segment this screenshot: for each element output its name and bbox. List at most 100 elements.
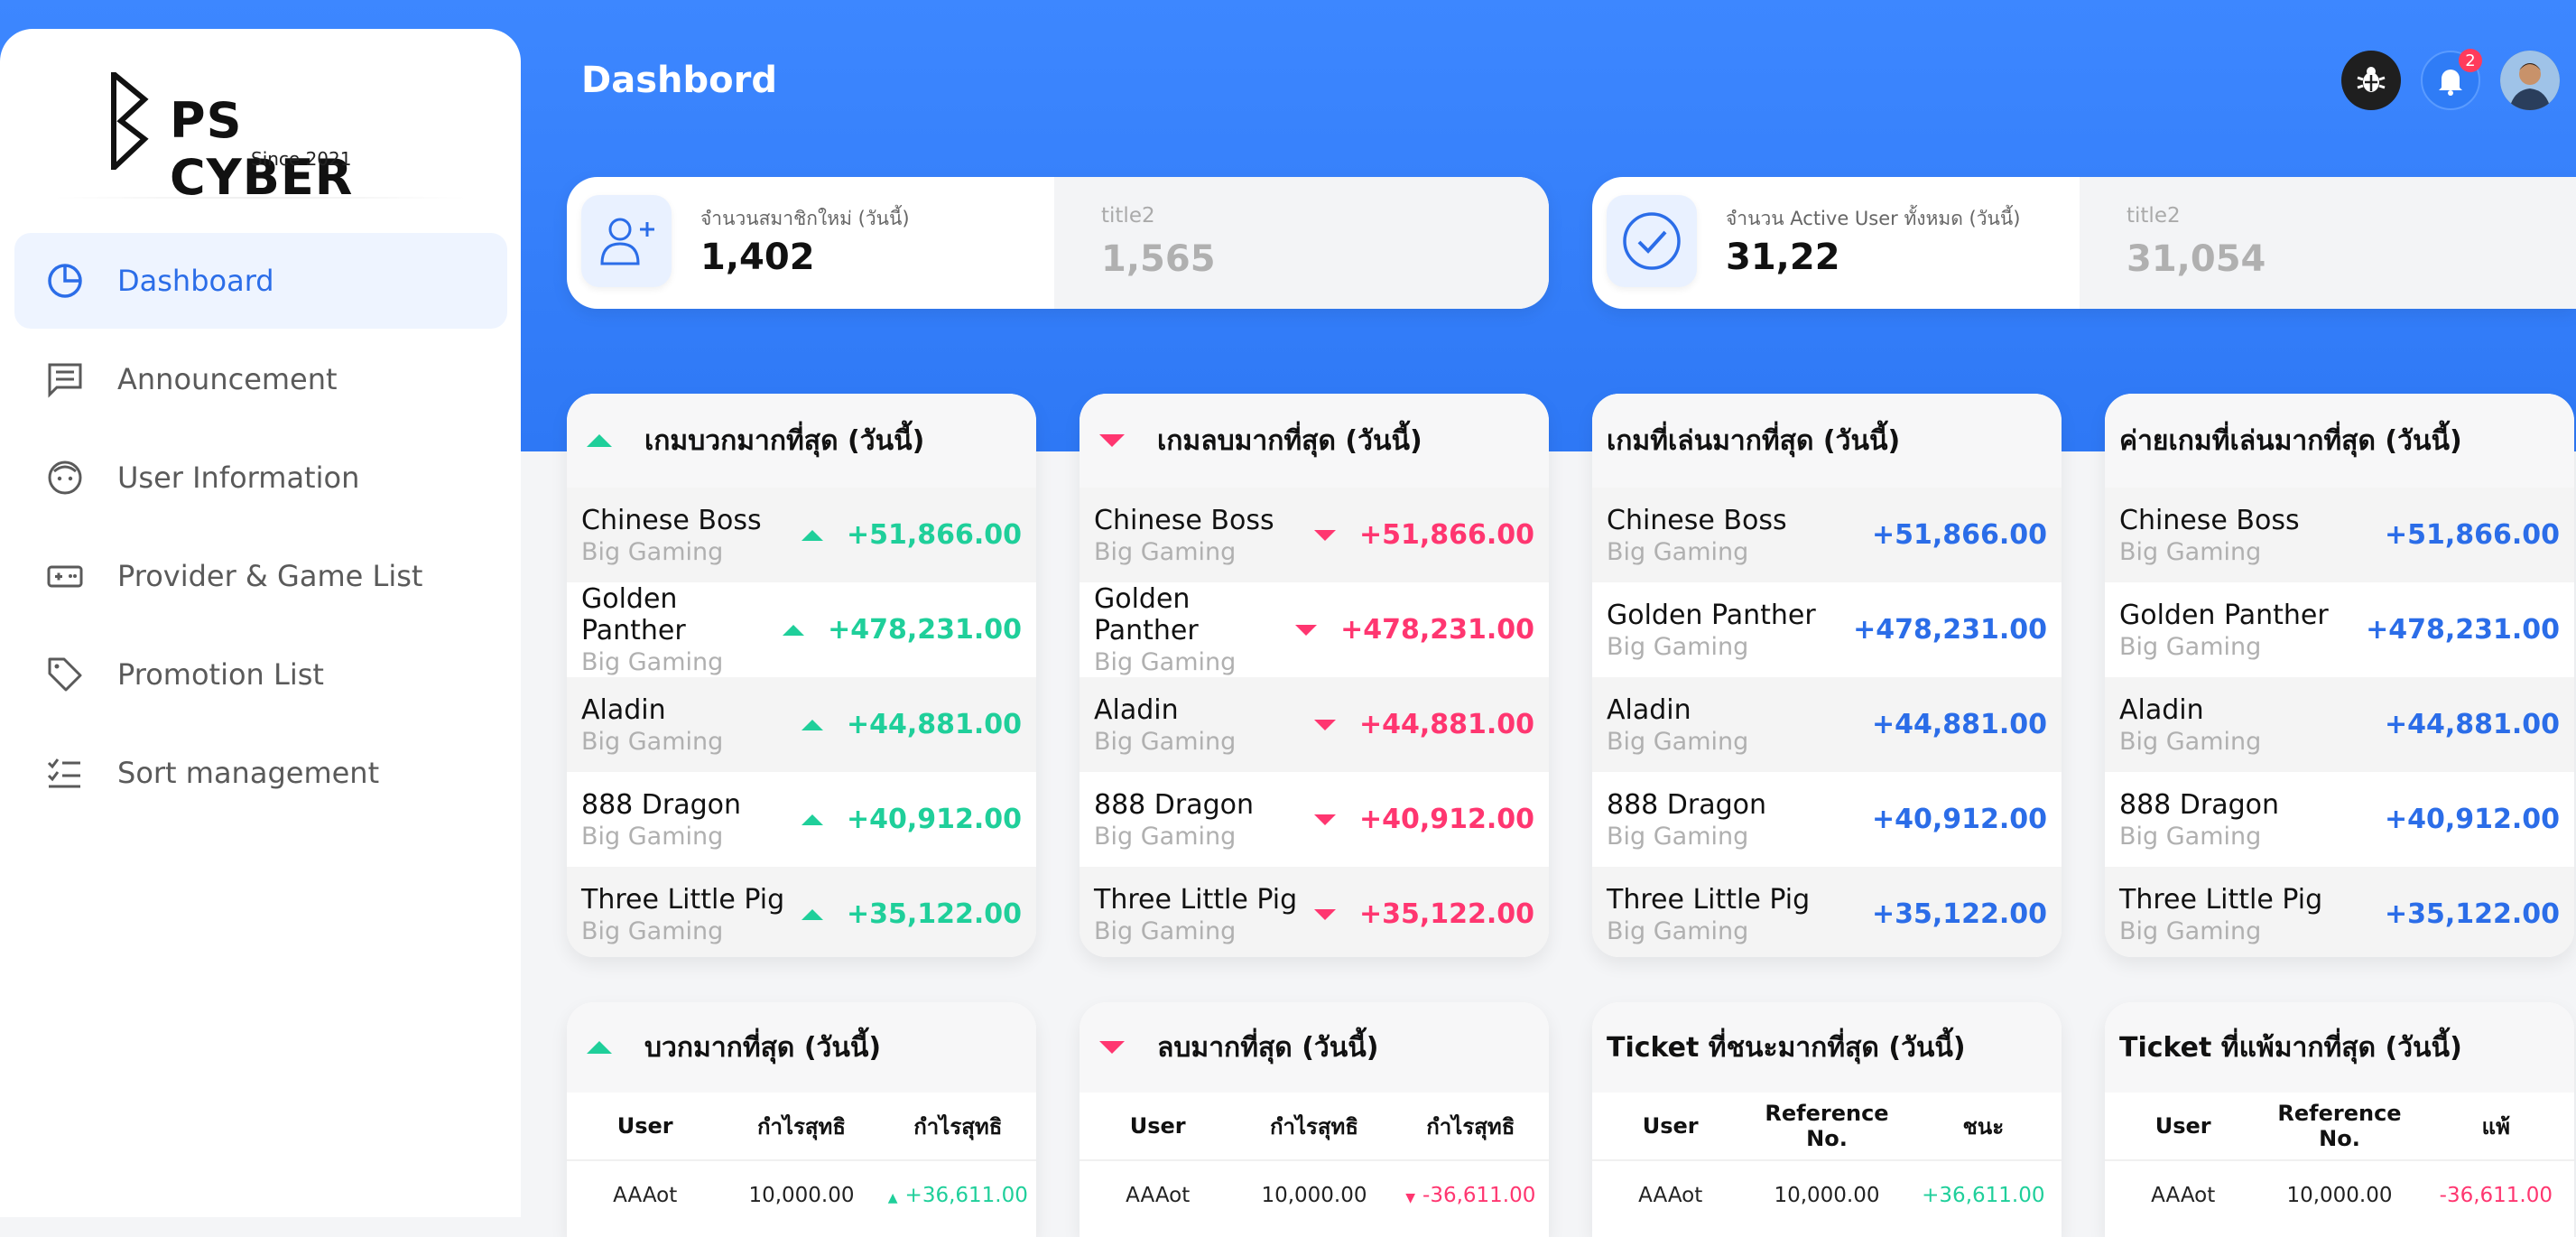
panel-header: เกมบวกมากที่สุด (วันนี้): [567, 394, 1036, 488]
panel-title: ลบมากที่สุด (วันนี้): [1157, 1031, 1379, 1064]
sidebar-item-provider-game-list[interactable]: Provider & Game List: [14, 528, 507, 624]
column-header[interactable]: User: [2105, 1113, 2261, 1139]
panel-header: เกมลบมากที่สุด (วันนี้): [1080, 394, 1549, 488]
stat-secondary-label: title2: [1101, 204, 1155, 228]
game-name: 888 Dragon: [2119, 788, 2280, 821]
list-item[interactable]: Golden Panther Big Gaming +478,231.00: [567, 582, 1036, 677]
list-item[interactable]: Chinese Boss Big Gaming +51,866.00: [567, 488, 1036, 582]
panel-most-played-providers: ค่ายเกมที่เล่นมากที่สุด (วันนี้) Chinese…: [2105, 394, 2574, 957]
game-provider: Big Gaming: [2119, 822, 2262, 851]
game-provider: Big Gaming: [2119, 916, 2262, 945]
stat-card-main: จำนวนสมาชิกใหม่ (วันนี้) 1,402: [567, 177, 1054, 309]
panel-title: บวกมากที่สุด (วันนี้): [644, 1031, 882, 1064]
bug-report-button[interactable]: [2341, 51, 2401, 110]
table-row[interactable]: AAAot 10,000.00 +36,611.00: [1592, 1161, 2062, 1230]
table-row[interactable]: AAAot 10,000.00 ▼ -36,611.00: [1080, 1161, 1549, 1230]
list-item[interactable]: Chinese Boss Big Gaming +51,866.00: [1080, 488, 1549, 582]
trend-down-icon: [1313, 719, 1336, 730]
stat-secondary-value: 31,054: [2127, 238, 2266, 280]
panel-title: Ticket ที่แพ้มากที่สุด (วันนี้): [2119, 1031, 2462, 1064]
table-cell-value: +36,611.00: [904, 1184, 1028, 1207]
stat-label: จำนวน Active User ทั้งหมด (วันนี้): [1726, 208, 2021, 229]
game-value: +51,866.00: [1358, 519, 1534, 551]
panel-header: ค่ายเกมที่เล่นมากที่สุด (วันนี้): [2105, 394, 2574, 488]
stat-value: 31,22: [1726, 237, 1840, 278]
table-header: User Reference No. ชนะ: [1592, 1093, 2062, 1161]
column-header[interactable]: Reference No.: [2261, 1101, 2417, 1151]
table-cell: 10,000.00: [748, 1184, 855, 1207]
column-header[interactable]: User: [567, 1113, 723, 1139]
sidebar-item-user-information[interactable]: User Information: [14, 430, 507, 525]
trend-up-icon: ▲: [887, 1191, 898, 1205]
game-name: Aladin: [581, 693, 666, 726]
table-row[interactable]: AAAot 10,000.00 ▲ +36,611.00: [567, 1161, 1036, 1230]
list-item[interactable]: Three Little Pig Big Gaming +35,122.00: [1592, 867, 2062, 957]
notification-badge: 2: [2459, 49, 2482, 72]
avatar-icon: [2500, 51, 2560, 110]
user-avatar[interactable]: [2500, 51, 2560, 110]
table-row[interactable]: AAAot 10,000.00 -36,611.00: [2105, 1161, 2574, 1230]
game-value: +35,122.00: [2384, 898, 2560, 930]
column-header[interactable]: แพ้: [2418, 1109, 2574, 1144]
list-item[interactable]: Aladin Big Gaming +44,881.00: [567, 677, 1036, 772]
column-header[interactable]: User: [1080, 1113, 1236, 1139]
list-item[interactable]: Three Little Pig Big Gaming +35,122.00: [567, 867, 1036, 957]
list-item[interactable]: Golden Panther Big Gaming +478,231.00: [1592, 582, 2062, 677]
list-item[interactable]: Three Little Pig Big Gaming +35,122.00: [2105, 867, 2574, 957]
list-item[interactable]: Chinese Boss Big Gaming +51,866.00: [1592, 488, 2062, 582]
game-name: Chinese Boss: [2119, 504, 2300, 536]
list-item[interactable]: 888 Dragon Big Gaming +40,912.00: [2105, 772, 2574, 867]
table-header: User กำไรสุทธิ กำไรสุทธิ: [567, 1093, 1036, 1161]
column-header[interactable]: กำไรสุทธิ: [1393, 1109, 1549, 1144]
stat-card-new-members: จำนวนสมาชิกใหม่ (วันนี้) 1,402 title2 1,…: [567, 177, 1549, 309]
game-value: +35,122.00: [846, 898, 1022, 930]
list-item[interactable]: Aladin Big Gaming +44,881.00: [1592, 677, 2062, 772]
game-value: +51,866.00: [1871, 519, 2047, 551]
sidebar-item-label: Dashboard: [117, 264, 274, 298]
table-top-losing-tickets: Ticket ที่แพ้มากที่สุด (วันนี้) User Ref…: [2105, 1002, 2574, 1237]
notifications-button[interactable]: 2: [2421, 49, 2482, 110]
list-item[interactable]: 888 Dragon Big Gaming +40,912.00: [1592, 772, 2062, 867]
game-value: +51,866.00: [2384, 519, 2560, 551]
game-provider: Big Gaming: [2119, 632, 2262, 661]
game-value: +35,122.00: [1358, 898, 1534, 930]
stat-secondary-label: title2: [2127, 204, 2181, 228]
game-provider: Big Gaming: [1094, 648, 1237, 676]
trend-down-icon: [1313, 814, 1336, 825]
list-item[interactable]: Aladin Big Gaming +44,881.00: [1080, 677, 1549, 772]
game-name: Golden Panther: [1094, 583, 1199, 646]
panel-top-winning-games: เกมบวกมากที่สุด (วันนี้) Chinese Boss Big…: [567, 394, 1036, 957]
list-item[interactable]: Aladin Big Gaming +44,881.00: [2105, 677, 2574, 772]
sidebar-item-promotion-list[interactable]: Promotion List: [14, 627, 507, 722]
panel-title: เกมที่เล่นมากที่สุด (วันนี้): [1607, 424, 1901, 457]
column-header[interactable]: ชนะ: [1905, 1109, 2062, 1144]
column-header[interactable]: กำไรสุทธิ: [880, 1109, 1036, 1144]
column-header[interactable]: Reference No.: [1748, 1101, 1904, 1151]
game-provider: Big Gaming: [581, 648, 724, 676]
sidebar-item-sort-management[interactable]: Sort management: [14, 725, 507, 821]
column-header[interactable]: กำไรสุทธิ: [1236, 1109, 1392, 1144]
column-header[interactable]: User: [1592, 1113, 1748, 1139]
list-item[interactable]: Chinese Boss Big Gaming +51,866.00: [2105, 488, 2574, 582]
game-value: +40,912.00: [2384, 804, 2560, 835]
game-name: Three Little Pig: [2119, 883, 2323, 916]
message-icon: [45, 359, 85, 399]
stat-card-main: จำนวน Active User ทั้งหมด (วันนี้) 31,22: [1592, 177, 2080, 309]
column-header[interactable]: กำไรสุทธิ: [723, 1109, 879, 1144]
sidebar-item-announcement[interactable]: Announcement: [14, 331, 507, 427]
trend-up-icon: [801, 719, 823, 730]
game-value: +44,881.00: [2384, 709, 2560, 740]
list-item[interactable]: Golden Panther Big Gaming +478,231.00: [1080, 582, 1549, 677]
list-item[interactable]: Golden Panther Big Gaming +478,231.00: [2105, 582, 2574, 677]
game-name: 888 Dragon: [1094, 788, 1255, 821]
game-value: +44,881.00: [1358, 709, 1534, 740]
game-name: Aladin: [1094, 693, 1179, 726]
list-item[interactable]: 888 Dragon Big Gaming +40,912.00: [567, 772, 1036, 867]
sidebar-item-dashboard[interactable]: Dashboard: [14, 233, 507, 329]
brand-logo[interactable]: PS CYBER Since 2021: [99, 72, 415, 206]
list-item[interactable]: 888 Dragon Big Gaming +40,912.00: [1080, 772, 1549, 867]
panel-most-played-games: เกมที่เล่นมากที่สุด (วันนี้) Chinese Bos…: [1592, 394, 2062, 957]
game-provider: Big Gaming: [1607, 822, 1749, 851]
table-cell: 10,000.00: [2286, 1184, 2393, 1207]
list-item[interactable]: Three Little Pig Big Gaming +35,122.00: [1080, 867, 1549, 957]
